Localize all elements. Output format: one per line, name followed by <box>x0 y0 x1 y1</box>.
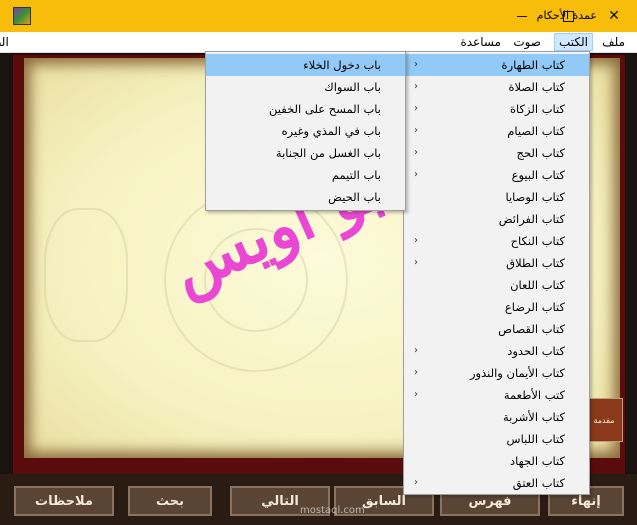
books-dropdown-menu: كتاب الطهارة ‹ كتاب الصلاة ‹ كتاب الزكاة ‹ كتا… <box>403 51 590 495</box>
menu-help[interactable]: مساعدة <box>456 34 505 50</box>
menu-item-label: كتاب النكاح <box>510 234 565 248</box>
books-menu-item-2[interactable]: كتاب الزكاة ‹ <box>404 98 589 120</box>
menu-item-label: كتاب الرضاع <box>504 300 565 314</box>
menu-item-label: كتاب الأشربة <box>502 410 565 424</box>
title-bar: عمدة الأحكام ✕ <box>0 0 637 32</box>
menu-item-label: كتاب الحدود <box>507 344 565 358</box>
taharah-submenu: باب دخول الخلاء باب السواك باب المسح على ا… <box>205 51 406 211</box>
chevron-left-icon: ‹ <box>414 367 418 378</box>
books-menu-item-16[interactable]: كتاب الأشربة <box>404 406 589 428</box>
side-badge[interactable]: مقدمة <box>585 398 623 442</box>
taharah-submenu-item-4[interactable]: باب الغسل من الجنابة <box>206 142 405 164</box>
chevron-left-icon: ‹ <box>414 477 418 488</box>
books-menu-item-9[interactable]: كتاب الطلاق ‹ <box>404 252 589 274</box>
taharah-submenu-item-1[interactable]: باب السواك <box>206 76 405 98</box>
chevron-left-icon: ‹ <box>414 345 418 356</box>
menu-item-label: كتاب اللباس <box>506 432 565 446</box>
chevron-left-icon: ‹ <box>414 235 418 246</box>
menu-item-label: باب الحيض <box>328 190 381 204</box>
menu-item-label: كتاب الجهاد <box>510 454 565 468</box>
minimize-button[interactable] <box>499 0 545 32</box>
books-menu-item-15[interactable]: كتب الأطعمة ‹ <box>404 384 589 406</box>
chevron-left-icon: ‹ <box>414 103 418 114</box>
books-menu-item-11[interactable]: كتاب الرضاع <box>404 296 589 318</box>
books-menu-item-4[interactable]: كتاب الحج ‹ <box>404 142 589 164</box>
books-menu-item-5[interactable]: كتاب البيوع ‹ <box>404 164 589 186</box>
menu-item-label: كتاب اللعان <box>510 278 565 292</box>
menu-item-label: كتاب القصاص <box>498 322 565 336</box>
menu-item-label: كتاب الوصايا <box>505 190 565 204</box>
taharah-submenu-item-6[interactable]: باب الحيض <box>206 186 405 208</box>
chevron-left-icon: ‹ <box>414 125 418 136</box>
menu-item-label: باب السواك <box>324 80 381 94</box>
menu-item-label: كتاب الفرائض <box>498 212 565 226</box>
menu-item-label: كتاب الصلاة <box>508 80 566 94</box>
chevron-left-icon: ‹ <box>414 257 418 268</box>
app-logo-icon <box>13 7 31 25</box>
footer-watermark: mostaql.com <box>300 505 365 516</box>
books-menu-item-17[interactable]: كتاب اللباس <box>404 428 589 450</box>
close-button[interactable]: ✕ <box>591 0 637 32</box>
menu-books[interactable]: الكتب <box>553 33 593 51</box>
books-menu-item-18[interactable]: كتاب الجهاد <box>404 450 589 472</box>
close-icon: ✕ <box>608 8 620 24</box>
ornament-rosette-left <box>44 208 128 342</box>
menu-sound[interactable]: صوت <box>509 34 545 50</box>
menu-item-label: كتاب الطلاق <box>506 256 565 270</box>
books-menu-item-10[interactable]: كتاب اللعان <box>404 274 589 296</box>
books-menu-item-0[interactable]: كتاب الطهارة ‹ <box>404 54 589 76</box>
books-menu-item-3[interactable]: كتاب الصيام ‹ <box>404 120 589 142</box>
books-menu-item-12[interactable]: كتاب القصاص <box>404 318 589 340</box>
menu-item-label: كتاب البيوع <box>511 168 565 182</box>
chevron-left-icon: ‹ <box>414 147 418 158</box>
chevron-left-icon: ‹ <box>414 169 418 180</box>
menu-item-label: كتاب الصيام <box>507 124 565 138</box>
taharah-submenu-item-0[interactable]: باب دخول الخلاء <box>206 54 405 76</box>
menu-item-label: باب دخول الخلاء <box>303 58 381 72</box>
menu-item-label: كتب الأطعمة <box>503 388 565 402</box>
taharah-submenu-item-2[interactable]: باب المسح على الخفين <box>206 98 405 120</box>
maximize-button[interactable] <box>545 0 591 32</box>
books-menu-item-1[interactable]: كتاب الصلاة ‹ <box>404 76 589 98</box>
books-menu-item-13[interactable]: كتاب الحدود ‹ <box>404 340 589 362</box>
menu-item-label: كتاب الطهارة <box>501 58 565 72</box>
search-button[interactable]: بحث <box>128 486 212 516</box>
chevron-left-icon: ‹ <box>414 59 418 70</box>
menu-item-label: باب في المذي وغيره <box>281 124 381 138</box>
notes-button[interactable]: ملاحظات <box>14 486 114 516</box>
taharah-submenu-item-3[interactable]: باب في المذي وغيره <box>206 120 405 142</box>
chevron-left-icon: ‹ <box>414 389 418 400</box>
menu-item-label: كتاب الزكاة <box>510 102 565 116</box>
menu-item-label: باب التيمم <box>331 168 381 182</box>
books-menu-item-14[interactable]: كتاب الأيمان والنذور ‹ <box>404 362 589 384</box>
menu-item-label: باب الغسل من الجنابة <box>275 146 381 160</box>
menu-item-label: كتاب الحج <box>516 146 565 160</box>
background-window-fragment: الب <box>0 35 9 49</box>
menu-bar: ملف الكتب صوت مساعدة <box>0 32 637 53</box>
taharah-submenu-item-5[interactable]: باب التيمم <box>206 164 405 186</box>
menu-item-label: باب المسح على الخفين <box>269 102 381 116</box>
chevron-left-icon: ‹ <box>414 81 418 92</box>
menu-item-label: كتاب الأيمان والنذور <box>469 366 565 380</box>
menu-item-label: كتاب العتق <box>512 476 565 490</box>
minimize-icon <box>517 15 527 17</box>
books-menu-item-7[interactable]: كتاب الفرائض <box>404 208 589 230</box>
books-menu-item-8[interactable]: كتاب النكاح ‹ <box>404 230 589 252</box>
books-menu-item-6[interactable]: كتاب الوصايا <box>404 186 589 208</box>
books-menu-item-19[interactable]: كتاب العتق ‹ <box>404 472 589 494</box>
maximize-icon <box>562 10 574 22</box>
menu-file[interactable]: ملف <box>598 34 629 50</box>
